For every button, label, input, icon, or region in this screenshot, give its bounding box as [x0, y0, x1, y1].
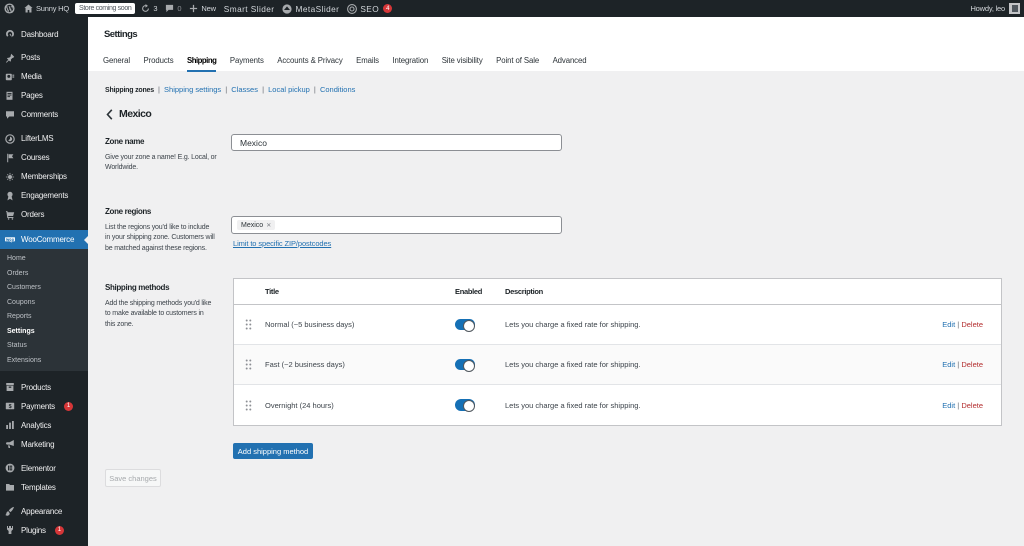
svg-text:$: $	[9, 404, 12, 410]
